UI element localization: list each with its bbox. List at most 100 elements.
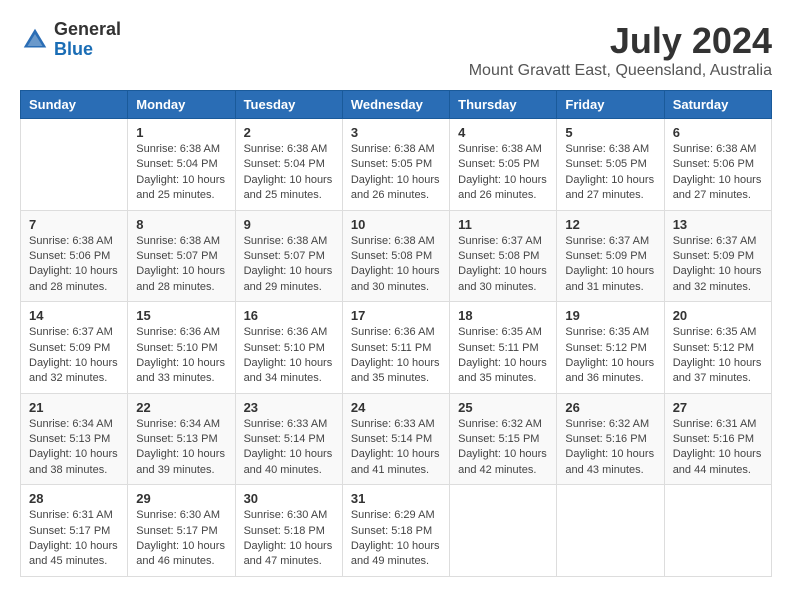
- logo: General Blue: [20, 20, 121, 60]
- day-number: 27: [673, 400, 763, 415]
- day-number: 8: [136, 217, 226, 232]
- calendar-cell: 13Sunrise: 6:37 AM Sunset: 5:09 PM Dayli…: [664, 210, 771, 302]
- day-number: 10: [351, 217, 441, 232]
- day-info: Sunrise: 6:31 AM Sunset: 5:17 PM Dayligh…: [29, 508, 119, 570]
- logo-icon: [20, 25, 50, 55]
- title-area: July 2024 Mount Gravatt East, Queensland…: [469, 20, 772, 80]
- day-number: 24: [351, 400, 441, 415]
- calendar-cell: 15 Sunrise: 6:36 AM Sunset: 5:10 PM Dayli…: [128, 302, 235, 394]
- calendar-cell: 14 Sunrise: 6:37 AM Sunset: 5:09 PM Dayli…: [21, 302, 128, 394]
- day-info: Sunrise: 6:38 AM Sunset: 5:08 PM Dayligh…: [351, 234, 441, 296]
- calendar-cell: 9Sunrise: 6:38 AM Sunset: 5:07 PM Daylig…: [235, 210, 342, 302]
- calendar-cell: 31 Sunrise: 6:29 AM Sunset: 5:18 PM Dayli…: [342, 485, 449, 577]
- day-info: Sunrise: 6:34 AM Sunset: 5:13 PM Dayligh…: [136, 417, 226, 479]
- week-row-3: 14 Sunrise: 6:37 AM Sunset: 5:09 PM Dayli…: [21, 302, 772, 394]
- day-number: 20: [673, 308, 763, 323]
- calendar-cell: 20 Sunrise: 6:35 AM Sunset: 5:12 PM Dayli…: [664, 302, 771, 394]
- day-info: Sunrise: 6:32 AM Sunset: 5:16 PM Dayligh…: [565, 417, 655, 479]
- weekday-header-tuesday: Tuesday: [235, 91, 342, 119]
- day-number: 14: [29, 308, 119, 323]
- weekday-header-saturday: Saturday: [664, 91, 771, 119]
- day-info: Sunrise: 6:32 AM Sunset: 5:15 PM Dayligh…: [458, 417, 548, 479]
- day-number: 4: [458, 125, 548, 140]
- day-number: 28: [29, 491, 119, 506]
- day-info: Sunrise: 6:38 AM Sunset: 5:07 PM Dayligh…: [136, 234, 226, 296]
- day-info: Sunrise: 6:36 AM Sunset: 5:11 PM Dayligh…: [351, 325, 441, 387]
- day-number: 29: [136, 491, 226, 506]
- day-info: Sunrise: 6:37 AM Sunset: 5:08 PM Dayligh…: [458, 234, 548, 296]
- calendar-cell: [21, 119, 128, 211]
- day-info: Sunrise: 6:35 AM Sunset: 5:11 PM Dayligh…: [458, 325, 548, 387]
- day-info: Sunrise: 6:38 AM Sunset: 5:06 PM Dayligh…: [29, 234, 119, 296]
- day-info: Sunrise: 6:33 AM Sunset: 5:14 PM Dayligh…: [351, 417, 441, 479]
- week-row-4: 21Sunrise: 6:34 AM Sunset: 5:13 PM Dayli…: [21, 393, 772, 485]
- calendar-cell: 2 Sunrise: 6:38 AM Sunset: 5:04 PM Daylig…: [235, 119, 342, 211]
- calendar-cell: 17 Sunrise: 6:36 AM Sunset: 5:11 PM Dayli…: [342, 302, 449, 394]
- calendar-subtitle: Mount Gravatt East, Queensland, Australi…: [469, 62, 772, 80]
- calendar-cell: 23 Sunrise: 6:33 AM Sunset: 5:14 PM Dayli…: [235, 393, 342, 485]
- day-info: Sunrise: 6:29 AM Sunset: 5:18 PM Dayligh…: [351, 508, 441, 570]
- calendar-cell: 28 Sunrise: 6:31 AM Sunset: 5:17 PM Dayli…: [21, 485, 128, 577]
- calendar-cell: [664, 485, 771, 577]
- day-number: 6: [673, 125, 763, 140]
- day-number: 26: [565, 400, 655, 415]
- day-info: Sunrise: 6:36 AM Sunset: 5:10 PM Dayligh…: [244, 325, 334, 387]
- weekday-header-wednesday: Wednesday: [342, 91, 449, 119]
- calendar-cell: 11 Sunrise: 6:37 AM Sunset: 5:08 PM Dayli…: [450, 210, 557, 302]
- day-info: Sunrise: 6:37 AM Sunset: 5:09 PM Dayligh…: [29, 325, 119, 387]
- calendar-cell: 30Sunrise: 6:30 AM Sunset: 5:18 PM Dayli…: [235, 485, 342, 577]
- day-info: Sunrise: 6:31 AM Sunset: 5:16 PM Dayligh…: [673, 417, 763, 479]
- day-info: Sunrise: 6:38 AM Sunset: 5:07 PM Dayligh…: [244, 234, 334, 296]
- calendar-title: July 2024: [469, 20, 772, 62]
- calendar-cell: 5 Sunrise: 6:38 AM Sunset: 5:05 PM Daylig…: [557, 119, 664, 211]
- day-info: Sunrise: 6:37 AM Sunset: 5:09 PM Dayligh…: [673, 234, 763, 296]
- day-number: 31: [351, 491, 441, 506]
- day-number: 16: [244, 308, 334, 323]
- calendar-cell: [557, 485, 664, 577]
- calendar-cell: 29Sunrise: 6:30 AM Sunset: 5:17 PM Dayli…: [128, 485, 235, 577]
- calendar-cell: 19 Sunrise: 6:35 AM Sunset: 5:12 PM Dayli…: [557, 302, 664, 394]
- day-info: Sunrise: 6:38 AM Sunset: 5:06 PM Dayligh…: [673, 142, 763, 204]
- day-info: Sunrise: 6:34 AM Sunset: 5:13 PM Dayligh…: [29, 417, 119, 479]
- calendar-cell: 1Sunrise: 6:38 AM Sunset: 5:04 PM Daylig…: [128, 119, 235, 211]
- day-info: Sunrise: 6:38 AM Sunset: 5:05 PM Dayligh…: [351, 142, 441, 204]
- calendar-cell: 22 Sunrise: 6:34 AM Sunset: 5:13 PM Dayli…: [128, 393, 235, 485]
- day-number: 3: [351, 125, 441, 140]
- calendar-cell: 27 Sunrise: 6:31 AM Sunset: 5:16 PM Dayli…: [664, 393, 771, 485]
- page-header: General Blue July 2024 Mount Gravatt Eas…: [20, 20, 772, 80]
- day-number: 17: [351, 308, 441, 323]
- day-info: Sunrise: 6:38 AM Sunset: 5:05 PM Dayligh…: [458, 142, 548, 204]
- day-info: Sunrise: 6:33 AM Sunset: 5:14 PM Dayligh…: [244, 417, 334, 479]
- calendar-cell: 24 Sunrise: 6:33 AM Sunset: 5:14 PM Dayli…: [342, 393, 449, 485]
- calendar-cell: 18 Sunrise: 6:35 AM Sunset: 5:11 PM Dayli…: [450, 302, 557, 394]
- day-info: Sunrise: 6:35 AM Sunset: 5:12 PM Dayligh…: [673, 325, 763, 387]
- weekday-header-sunday: Sunday: [21, 91, 128, 119]
- day-number: 18: [458, 308, 548, 323]
- day-info: Sunrise: 6:38 AM Sunset: 5:05 PM Dayligh…: [565, 142, 655, 204]
- calendar-cell: 8 Sunrise: 6:38 AM Sunset: 5:07 PM Daylig…: [128, 210, 235, 302]
- day-info: Sunrise: 6:35 AM Sunset: 5:12 PM Dayligh…: [565, 325, 655, 387]
- logo-text-general: General: [54, 19, 121, 39]
- day-number: 23: [244, 400, 334, 415]
- calendar-cell: 26 Sunrise: 6:32 AM Sunset: 5:16 PM Dayli…: [557, 393, 664, 485]
- calendar-table: SundayMondayTuesdayWednesdayThursdayFrid…: [20, 90, 772, 577]
- calendar-cell: 25 Sunrise: 6:32 AM Sunset: 5:15 PM Dayli…: [450, 393, 557, 485]
- day-number: 25: [458, 400, 548, 415]
- day-number: 15: [136, 308, 226, 323]
- day-number: 11: [458, 217, 548, 232]
- day-info: Sunrise: 6:38 AM Sunset: 5:04 PM Dayligh…: [244, 142, 334, 204]
- day-number: 5: [565, 125, 655, 140]
- calendar-cell: 6 Sunrise: 6:38 AM Sunset: 5:06 PM Daylig…: [664, 119, 771, 211]
- logo-text-blue: Blue: [54, 39, 93, 59]
- weekday-header-thursday: Thursday: [450, 91, 557, 119]
- calendar-cell: [450, 485, 557, 577]
- day-number: 30: [244, 491, 334, 506]
- weekday-header-row: SundayMondayTuesdayWednesdayThursdayFrid…: [21, 91, 772, 119]
- day-number: 19: [565, 308, 655, 323]
- day-number: 12: [565, 217, 655, 232]
- calendar-cell: 3 Sunrise: 6:38 AM Sunset: 5:05 PM Daylig…: [342, 119, 449, 211]
- day-number: 2: [244, 125, 334, 140]
- day-number: 22: [136, 400, 226, 415]
- day-info: Sunrise: 6:36 AM Sunset: 5:10 PM Dayligh…: [136, 325, 226, 387]
- calendar-cell: 12Sunrise: 6:37 AM Sunset: 5:09 PM Dayli…: [557, 210, 664, 302]
